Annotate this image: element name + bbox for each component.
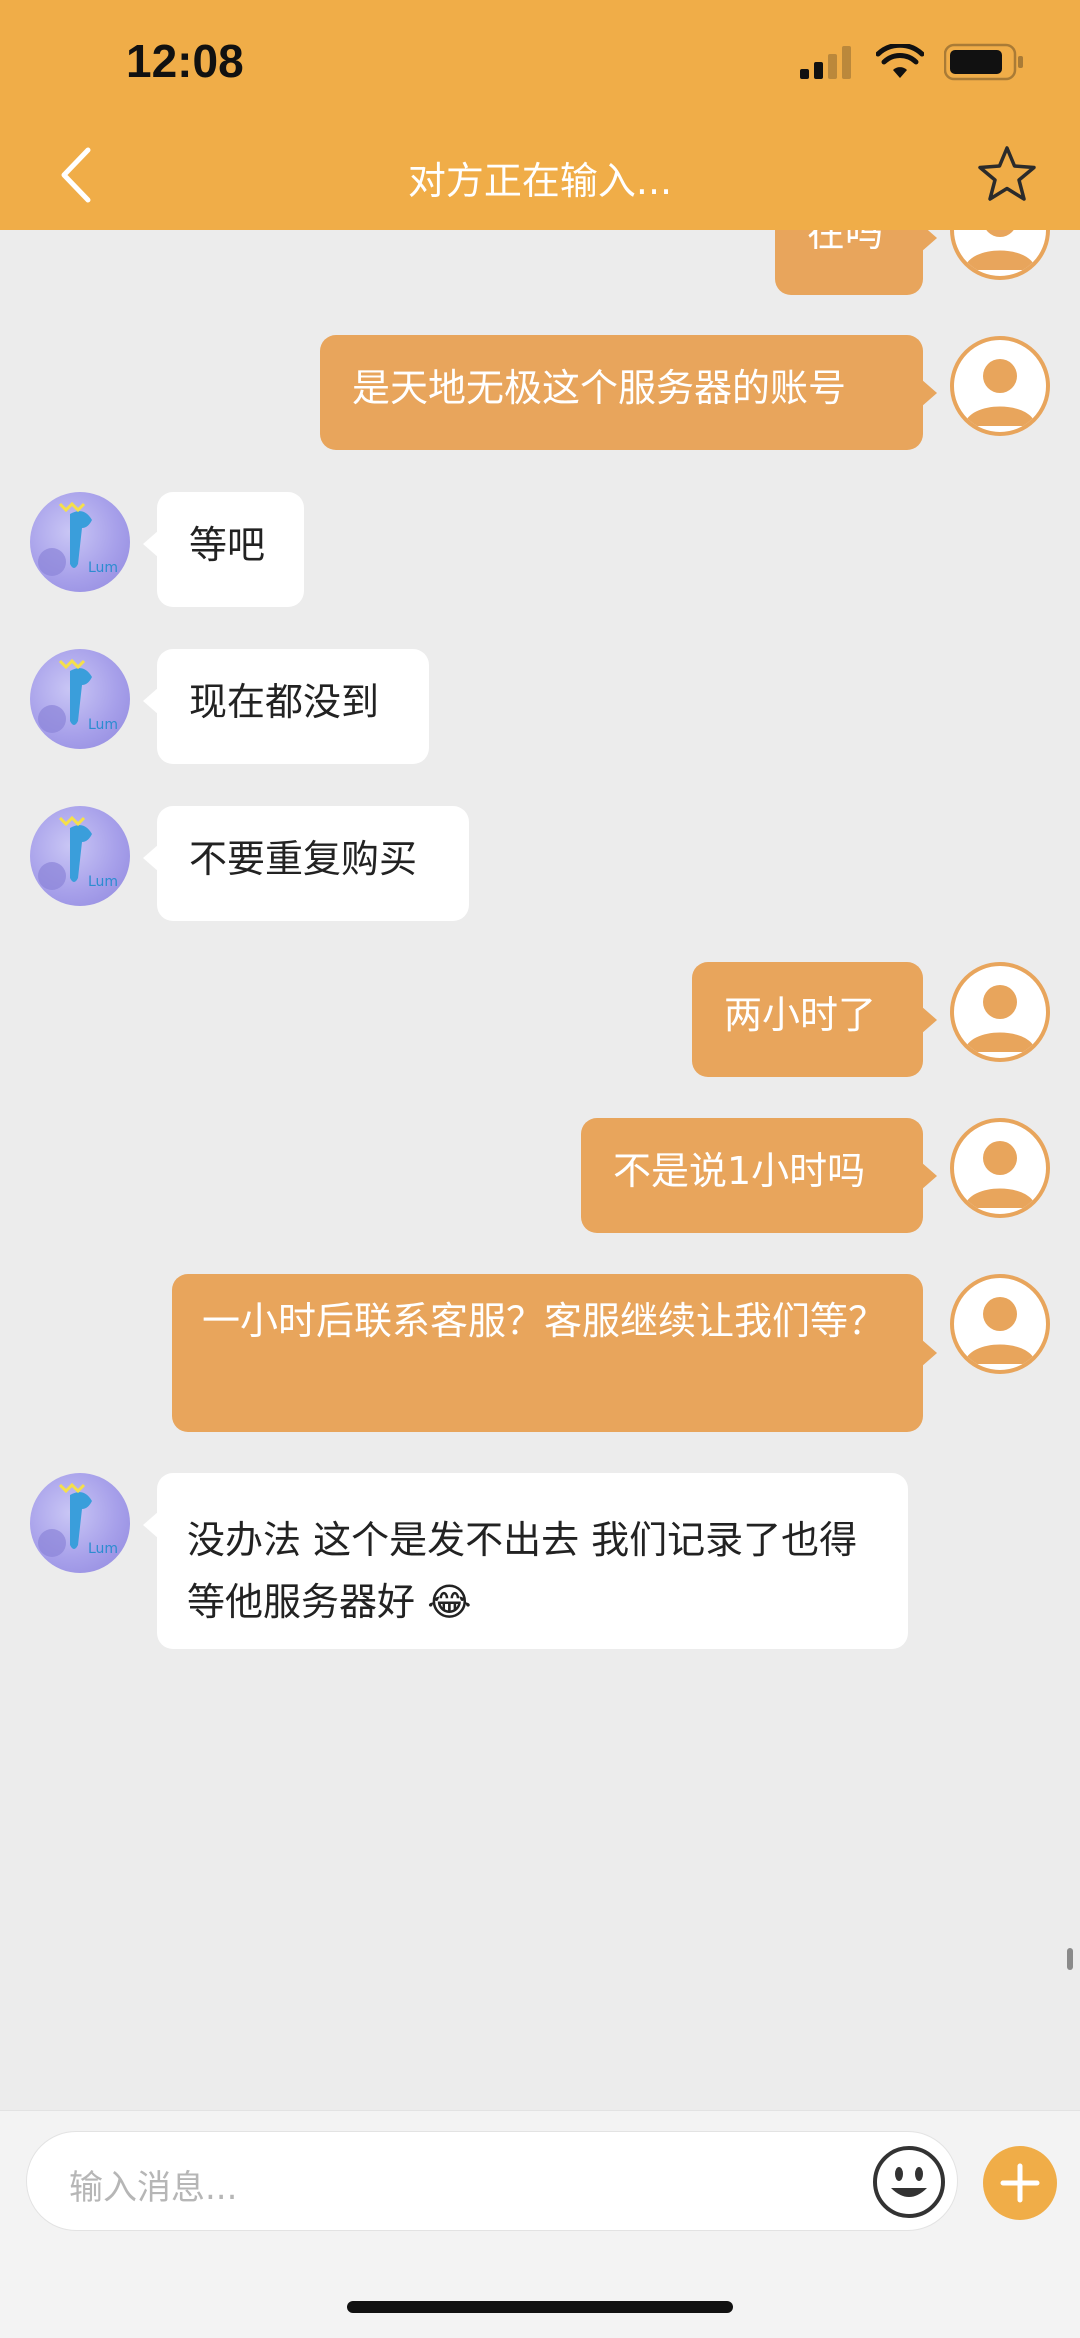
emoji-button[interactable] xyxy=(871,2144,947,2220)
top-bar: 12:08 对方正在输入... xyxy=(0,0,1080,230)
message-text: 两小时了 xyxy=(724,993,877,1037)
plus-icon xyxy=(1000,2163,1040,2203)
chat-area[interactable]: 在吗 是天地无极这个服务器的账号 Lum 等吧 Lum 现在都没到 Lum 不要… xyxy=(0,0,1080,2110)
message-text: 不是说1小时吗 xyxy=(613,1149,866,1193)
page-title: 对方正在输入... xyxy=(407,159,673,203)
message-bubble-outgoing[interactable]: 是天地无极这个服务器的账号 xyxy=(320,335,937,450)
star-icon xyxy=(978,146,1036,201)
message-bubble-outgoing[interactable]: 不是说1小时吗 xyxy=(581,1118,937,1233)
message-bubble-outgoing[interactable]: 一小时后联系客服？客服继续让我们等？ xyxy=(172,1274,937,1432)
message-text: 一小时后联系客服？客服继续让我们等？ xyxy=(202,1299,887,1343)
emoji-icon xyxy=(873,2146,945,2218)
signal-icon xyxy=(800,45,856,83)
contact-avatar[interactable]: Lum xyxy=(30,492,130,592)
my-avatar[interactable] xyxy=(950,962,1050,1062)
composer-bar: 输入消息... xyxy=(0,2110,1080,2338)
my-avatar[interactable] xyxy=(950,336,1050,436)
scroll-indicator[interactable] xyxy=(1067,1948,1073,1970)
svg-text:Lum: Lum xyxy=(88,874,118,890)
message-bubble-outgoing[interactable]: 两小时了 xyxy=(692,962,937,1077)
message-text: 现在都没到 xyxy=(189,680,380,724)
contact-avatar[interactable]: Lum xyxy=(30,649,130,749)
my-avatar[interactable] xyxy=(950,1274,1050,1374)
svg-text:Lum: Lum xyxy=(88,717,118,733)
wifi-icon xyxy=(875,42,925,84)
contact-avatar[interactable]: Lum xyxy=(30,1473,130,1573)
message-text: 是天地无极这个服务器的账号 xyxy=(352,366,847,410)
contact-avatar[interactable]: Lum xyxy=(30,806,130,906)
favorite-button[interactable] xyxy=(972,140,1042,210)
message-text: 没办法 这个是发不出去 我们记录了也得等他服务器好 😂 xyxy=(187,1518,858,1624)
status-icons xyxy=(800,42,1024,85)
svg-text:Lum: Lum xyxy=(88,560,118,576)
add-button[interactable] xyxy=(983,2146,1057,2220)
message-bubble-incoming[interactable]: 等吧 xyxy=(143,492,304,607)
message-bubble-incoming[interactable]: 没办法 这个是发不出去 我们记录了也得等他服务器好 😂 xyxy=(143,1473,908,1649)
my-avatar[interactable] xyxy=(950,1118,1050,1218)
svg-text:Lum: Lum xyxy=(88,1541,118,1557)
battery-icon xyxy=(943,43,1024,85)
home-indicator xyxy=(347,2301,733,2313)
message-bubble-incoming[interactable]: 现在都没到 xyxy=(143,649,429,764)
message-bubble-incoming[interactable]: 不要重复购买 xyxy=(143,806,469,921)
status-time: 12:08 xyxy=(126,35,244,87)
message-text: 不要重复购买 xyxy=(189,837,418,881)
message-text: 等吧 xyxy=(189,523,266,567)
input-placeholder: 输入消息... xyxy=(69,2168,238,2208)
message-input[interactable]: 输入消息... xyxy=(26,2131,958,2231)
